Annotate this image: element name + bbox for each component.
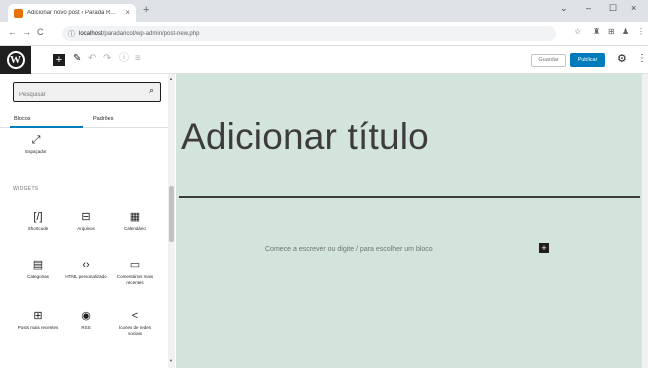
block-item-spacer[interactable]: ⤢ Espaçador [14,134,58,155]
html-icon: ‹› [82,259,90,271]
shortcode-icon: [/] [33,211,43,223]
publish-button[interactable]: Publicar [570,53,605,67]
block-item-social-icons[interactable]: < Ícones de redes sociais [113,310,157,337]
wordpress-logo-icon: W [6,51,25,69]
url-host: localhost [79,30,103,37]
block-item-custom-html[interactable]: ‹› HTML personalizado [64,259,108,280]
scroll-thumb[interactable] [169,186,174,242]
widgets-section-label: WIDGETS [13,186,39,192]
calendar-icon: ▦ [129,211,141,223]
categories-icon: ▤ [32,259,44,271]
wordpress-logo-button[interactable]: W [0,46,31,74]
block-item-shortcode[interactable]: [/] Shortcode [16,211,60,232]
block-item-label: Shortcode [27,226,49,231]
block-item-calendar[interactable]: ▦ Calendário [113,211,157,232]
rss-icon: ◉ [81,310,91,322]
forward-icon[interactable]: → [22,28,31,37]
editor-toolbar: W + ✎ ↶ ↷ ⓘ ≡ Guardar Publicar ⚙ ⋮ [0,46,648,74]
tab-close-icon[interactable]: × [125,9,130,17]
tab-patterns[interactable]: Padrões [93,116,114,122]
block-appender-placeholder[interactable]: Comece a escrever ou digite / para escol… [265,246,433,253]
list-view-icon[interactable]: ≡ [135,54,141,64]
block-inserter-toggle[interactable]: + [53,54,65,66]
search-icon: ⌕ [148,85,154,95]
block-item-latest-comments[interactable]: ▭ Comentários mais recentes [113,259,157,286]
block-search-input[interactable] [14,86,134,104]
title-separator [179,196,640,198]
bookmark-star-icon[interactable]: ☆ [574,28,581,36]
block-item-label: RSS [81,325,91,330]
block-item-categories[interactable]: ▤ Categorias [16,259,60,280]
url-path: /paradaricot/wp-admin/post-new.php [102,30,200,37]
undo-icon[interactable]: ↶ [88,54,96,64]
tab-title: Adicionar novo post ‹ Parada R... [27,10,116,16]
save-draft-button[interactable]: Guardar [531,54,566,67]
redo-icon[interactable]: ↷ [103,54,111,64]
browser-address-bar: ← → C ⓘ localhost/paradaricot/wp-admin/p… [0,22,648,46]
tools-pencil-icon[interactable]: ✎ [73,54,81,64]
close-window-button[interactable]: × [631,4,636,13]
browser-tab[interactable]: Adicionar novo post ‹ Parada R... × [8,4,136,22]
more-options-icon[interactable]: ⋮ [637,54,647,64]
add-block-button[interactable]: + [539,243,549,253]
block-item-label: Arquivos [77,226,95,231]
block-search: ⌕ [13,82,161,104]
posts-list-icon: ⊞ [33,310,43,322]
extensions-puzzle-icon[interactable]: ⊞ [608,28,615,36]
scroll-up-icon[interactable]: ▲ [169,76,173,81]
extension-icon[interactable]: ♜ [593,28,600,36]
share-icon: < [131,310,139,322]
block-item-latest-posts[interactable]: ⊞ Posts mais recentes [16,310,60,331]
inserter-tabs: Blocos Padrões [0,114,170,128]
active-tab-indicator [10,126,83,128]
block-item-label: Posts mais recentes [17,325,59,330]
spacer-icon: ⤢ [31,134,41,146]
sidebar-scrollbar[interactable]: ▲ ▼ [168,74,175,368]
block-item-label: Comentários mais recentes [116,274,154,285]
block-item-label: Espaçador [25,149,47,154]
post-title-field[interactable]: Adicionar título [181,116,429,158]
block-item-label: HTML personalizado [65,274,107,279]
url-field[interactable]: ⓘ localhost/paradaricot/wp-admin/post-ne… [62,26,556,41]
canvas-scrollbar[interactable] [642,74,648,368]
browser-tab-strip: Adicionar novo post ‹ Parada R... × + ⌄ … [0,0,648,22]
tab-search-icon[interactable]: ⌄ [560,4,568,13]
block-item-label: Calendário [124,226,146,231]
back-icon[interactable]: ← [8,28,17,37]
archive-icon: ⊟ [81,211,91,223]
block-item-label: Ícones de redes sociais [118,325,152,336]
details-info-icon[interactable]: ⓘ [119,54,129,64]
block-inserter-panel: ⌕ Blocos Padrões ⤢ Espaçador WIDGETS [/]… [0,74,175,368]
block-item-archives[interactable]: ⊟ Arquivos [64,211,108,232]
block-item-label: Categorias [27,274,49,279]
site-info-icon[interactable]: ⓘ [68,29,75,39]
editor-canvas: Adicionar título Comece a escrever ou di… [176,74,642,368]
profile-icon[interactable]: ♟ [622,28,629,36]
maximize-button[interactable]: ☐ [609,4,617,13]
block-item-rss[interactable]: ◉ RSS [64,310,108,331]
new-tab-button[interactable]: + [143,5,149,16]
browser-menu-icon[interactable]: ⋮ [637,28,645,36]
site-favicon-icon [14,8,23,18]
minimize-button[interactable]: – [586,4,591,13]
reload-icon[interactable]: C [37,28,44,37]
tab-blocks[interactable]: Blocos [14,116,31,122]
settings-gear-icon[interactable]: ⚙ [617,54,627,65]
comment-icon: ▭ [129,259,141,271]
scroll-down-icon[interactable]: ▼ [169,358,173,363]
